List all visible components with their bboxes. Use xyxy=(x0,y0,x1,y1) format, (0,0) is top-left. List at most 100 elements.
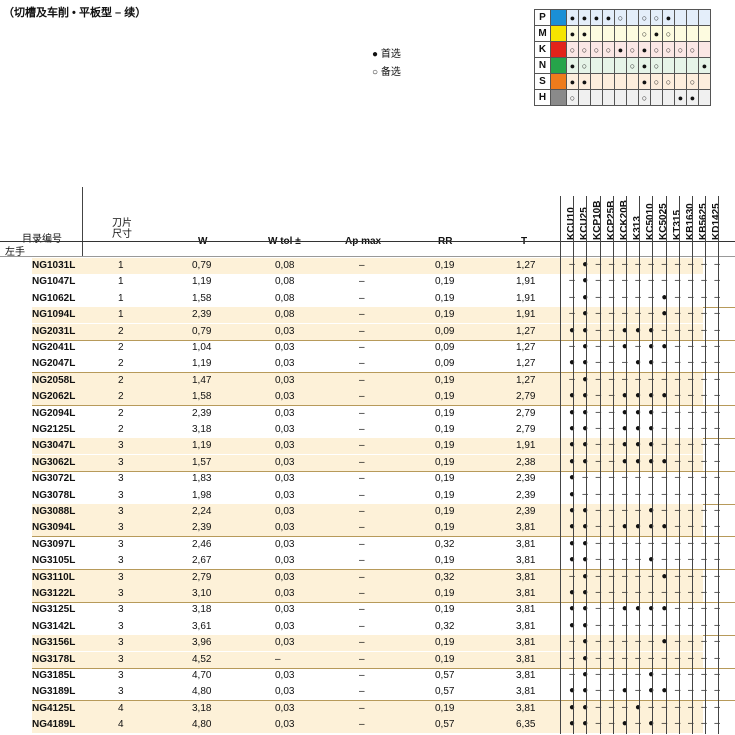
grade-mark: – xyxy=(635,291,641,303)
grade-mark: – xyxy=(674,472,681,484)
grade-mark: – xyxy=(648,636,654,648)
grade-mark: – xyxy=(595,505,602,516)
grade-mark: – xyxy=(608,603,615,615)
grade-mark: – xyxy=(635,554,641,566)
cell-code: NG3125L xyxy=(32,604,76,616)
grade-mark: ● xyxy=(582,537,589,549)
grade-mark: ● xyxy=(648,341,655,352)
grade-mark: – xyxy=(582,472,588,484)
cell-code: NG2125L xyxy=(32,424,76,435)
iso-cell xyxy=(614,25,627,42)
table-row: NG3156L 3 3,96 0,03–0,19 3,81– ● – – – – – ● – – – – xyxy=(32,635,720,652)
cell-t: 1,27 xyxy=(516,342,536,353)
cell-t: 1,91 xyxy=(516,440,536,452)
grade-mark: ● xyxy=(568,537,576,549)
grade-mark: ● xyxy=(648,406,655,418)
grade-mark: – xyxy=(701,554,707,566)
cell-wt: 0,03 xyxy=(275,473,295,485)
grade-mark: – xyxy=(595,373,602,385)
table-row: NG3097L 3 2,46 0,03–0,32 3,81 ● ● – – – – – – – – – – xyxy=(32,537,720,553)
cell-size: 1 xyxy=(118,276,124,288)
grade-mark: – xyxy=(661,505,668,516)
grade-mark: ● xyxy=(648,603,655,615)
grade-mark: – xyxy=(608,636,615,648)
grade-mark: – xyxy=(608,554,615,566)
iso-cell: ● xyxy=(566,9,579,26)
grade-mark: ● xyxy=(582,439,589,451)
grade-mark: – xyxy=(608,505,615,516)
cell-ap: – xyxy=(359,440,365,452)
cell-size: 3 xyxy=(118,604,124,616)
cell-size: 2 xyxy=(118,342,124,353)
iso-cell xyxy=(602,73,615,90)
cell-ap: – xyxy=(359,522,365,534)
cell-ap: – xyxy=(359,670,365,681)
grade-header: KCP10B xyxy=(592,200,604,240)
cell-code: NG3088L xyxy=(32,506,76,517)
grade-mark: – xyxy=(595,701,602,713)
iso-cell: ○ xyxy=(614,9,627,26)
table-row: NG3125L 3 3,18 0,03–0,19 3,81 ● ● – – ● ● ● ● – – – – xyxy=(32,602,720,618)
grade-mark: ● xyxy=(582,423,589,434)
grade-mark: ● xyxy=(582,357,589,369)
grade-mark: – xyxy=(569,636,575,648)
iso-cell: ○ xyxy=(686,41,699,58)
grade-mark: – xyxy=(595,570,602,582)
material-application-table: P ● ● ● ● ○ ○ ○ ● M ● ● ○ ● ○ K ○ ○ ○ ○ ● ○ ● ○ ○ ○ ○ N ● ○ ○ ● ○ ● S ● ● ● ○ ○… xyxy=(534,9,711,106)
cell-wt: 0,03 xyxy=(275,637,295,649)
cell-wt: 0,03 xyxy=(275,522,295,534)
iso-row-H: H ○ ○ ● ● xyxy=(534,89,711,106)
grade-mark: – xyxy=(569,341,575,352)
grade-mark: – xyxy=(701,341,707,352)
table-row: NG4125L 4 3,18 0,03–0,19 3,81 ● ● – – – ● – – – – – – xyxy=(32,700,720,717)
grade-mark: – xyxy=(635,669,641,680)
grade-mark: ● xyxy=(634,439,642,451)
grade-mark: ● xyxy=(661,636,668,648)
grade-mark: – xyxy=(701,521,707,533)
cell-ap: – xyxy=(359,424,365,435)
iso-cell xyxy=(698,25,711,42)
cell-code: NG3062L xyxy=(32,456,76,468)
grade-mark: – xyxy=(674,587,681,598)
grade-mark: – xyxy=(714,308,720,320)
header-insert-size: 刀片 尺寸 xyxy=(112,218,132,240)
grade-mark: – xyxy=(648,291,654,303)
table-row: NG2031L 2 0,79 0,03–0,09 1,27 ● ● – – ● ● ● – – – – – xyxy=(32,323,720,340)
grade-mark: – xyxy=(701,619,707,631)
grade-mark: – xyxy=(569,291,575,303)
cell-code: NG1031L xyxy=(32,260,76,271)
cell-ap: – xyxy=(359,374,365,386)
grade-mark: – xyxy=(608,570,615,582)
grade-mark: ● xyxy=(582,341,589,352)
grade-mark: – xyxy=(608,259,615,270)
grade-mark: – xyxy=(701,259,707,270)
cell-ap: – xyxy=(359,276,365,288)
cell-ap: – xyxy=(359,506,365,517)
grade-column-line xyxy=(573,196,575,734)
iso-color-swatch xyxy=(550,41,567,58)
grade-mark: – xyxy=(595,603,602,615)
cell-ap: – xyxy=(359,489,365,501)
iso-cell: ● xyxy=(566,57,579,74)
grade-mark: – xyxy=(622,308,628,320)
grade-mark: – xyxy=(661,324,668,336)
iso-color-swatch xyxy=(550,73,567,90)
grade-header: KCK20B xyxy=(618,199,630,240)
grade-mark: – xyxy=(608,423,615,434)
cell-rr: 0,09 xyxy=(435,342,455,353)
cell-t: 1,27 xyxy=(516,325,536,337)
table-row: NG2062L 2 1,58 0,03–0,19 2,79 ● ● – – ● ● ● ● – – – – xyxy=(32,389,720,406)
grade-mark: – xyxy=(674,357,681,369)
grade-mark: ● xyxy=(568,423,576,434)
grade-mark: – xyxy=(714,406,720,418)
grade-mark: – xyxy=(595,357,602,369)
grade-mark: – xyxy=(688,636,694,648)
legend-alternate-choice: ○ 备选 xyxy=(372,67,401,78)
table-row: NG2047L 2 1,19 0,03–0,09 1,27 ● ● – – – ● ● – – – – – xyxy=(32,356,720,372)
grade-mark: – xyxy=(648,701,654,713)
grade-mark: – xyxy=(608,701,615,713)
grade-mark: – xyxy=(661,669,668,680)
grade-mark: – xyxy=(688,291,694,303)
grade-mark: ● xyxy=(582,636,589,648)
grade-mark: – xyxy=(688,324,694,336)
